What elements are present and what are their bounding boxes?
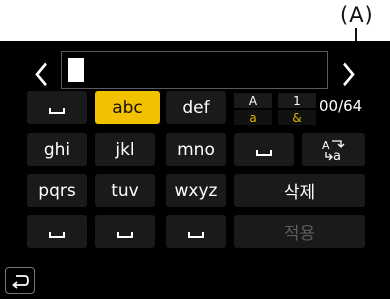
apply-button[interactable]: 적용 (234, 215, 365, 248)
callout-label: (A) (340, 3, 374, 27)
key-jkl[interactable]: jkl (95, 133, 155, 166)
space-icon (256, 149, 272, 156)
back-arrow-icon (12, 274, 29, 289)
back-button[interactable] (5, 267, 35, 294)
space-icon (49, 107, 65, 114)
case-lower-button[interactable]: a (234, 110, 272, 125)
space-icon (117, 231, 133, 238)
case-upper-button[interactable]: A (234, 93, 272, 108)
symbol-mode-button[interactable]: & (278, 110, 316, 125)
case-switch-button[interactable]: A a (302, 133, 365, 166)
chevron-right-icon[interactable] (342, 60, 356, 96)
key-space-2[interactable] (234, 133, 294, 166)
key-space-3[interactable] (27, 215, 87, 248)
text-entry-screen: abc def A a 1 & 00/64 ghi jkl mno A a pq… (0, 41, 390, 299)
key-mno[interactable]: mno (166, 133, 226, 166)
key-abc[interactable]: abc (95, 91, 160, 124)
case-switch-icon: A a (322, 139, 344, 162)
text-cursor (68, 58, 84, 82)
key-tuv[interactable]: tuv (95, 174, 155, 207)
key-ghi[interactable]: ghi (27, 133, 87, 166)
key-space[interactable] (27, 91, 87, 124)
space-icon (49, 231, 65, 238)
key-pqrs[interactable]: pqrs (27, 174, 87, 207)
key-space-5[interactable] (166, 215, 226, 248)
key-wxyz[interactable]: wxyz (166, 174, 226, 207)
key-def[interactable]: def (166, 91, 226, 124)
char-counter: 00/64 (319, 97, 363, 115)
key-space-4[interactable] (95, 215, 155, 248)
space-icon (188, 231, 204, 238)
text-input-field[interactable] (61, 51, 328, 89)
number-mode-button[interactable]: 1 (278, 93, 316, 108)
svg-text:a: a (333, 149, 341, 162)
delete-button[interactable]: 삭제 (234, 174, 365, 207)
svg-text:A: A (322, 139, 330, 152)
